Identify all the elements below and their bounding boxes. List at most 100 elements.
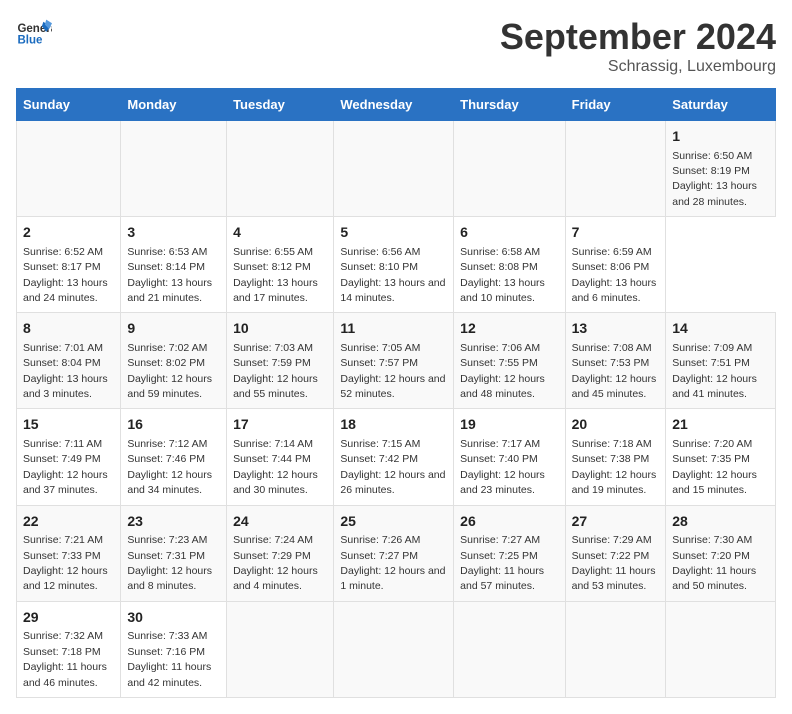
day-info: Sunrise: 6:50 AMSunset: 8:19 PMDaylight:… (672, 150, 757, 208)
day-info: Sunrise: 7:26 AMSunset: 7:27 PMDaylight:… (340, 534, 445, 592)
day-info: Sunrise: 7:01 AMSunset: 8:04 PMDaylight:… (23, 342, 108, 400)
logo-icon: General Blue (16, 16, 52, 52)
table-row: 6Sunrise: 6:58 AMSunset: 8:08 PMDaylight… (454, 217, 565, 313)
page-header: General Blue September 2024 Schrassig, L… (16, 16, 776, 76)
table-row (565, 121, 666, 217)
table-row: 5 Sunrise: 6:56 AMSunset: 8:10 PMDaylight… (334, 217, 454, 313)
day-info: Sunrise: 7:23 AMSunset: 7:31 PMDaylight:… (127, 534, 212, 592)
location-title: Schrassig, Luxembourg (500, 58, 776, 76)
table-row: 1 Sunrise: 6:50 AMSunset: 8:19 PMDaylight… (666, 121, 776, 217)
calendar-week-row: 22Sunrise: 7:21 AMSunset: 7:33 PMDayligh… (17, 505, 776, 601)
day-number: 26 (460, 512, 558, 532)
day-info: Sunrise: 7:11 AMSunset: 7:49 PMDaylight:… (23, 438, 108, 496)
table-row (454, 121, 565, 217)
day-number: 3 (127, 223, 220, 243)
day-number: 8 (23, 319, 114, 339)
table-row (565, 601, 666, 697)
table-row (454, 601, 565, 697)
day-number: 1 (672, 127, 769, 147)
day-number: 17 (233, 415, 327, 435)
day-info: Sunrise: 6:52 AMSunset: 8:17 PMDaylight:… (23, 246, 108, 304)
day-number: 18 (340, 415, 447, 435)
day-number: 30 (127, 608, 220, 628)
day-number: 27 (572, 512, 660, 532)
table-row: 29Sunrise: 7:32 AMSunset: 7:18 PMDayligh… (17, 601, 121, 697)
table-row: 23Sunrise: 7:23 AMSunset: 7:31 PMDayligh… (121, 505, 227, 601)
header-tuesday: Tuesday (227, 89, 334, 121)
table-row: 21 Sunrise: 7:20 AMSunset: 7:35 PMDayligh… (666, 409, 776, 505)
table-row (334, 601, 454, 697)
table-row: 22Sunrise: 7:21 AMSunset: 7:33 PMDayligh… (17, 505, 121, 601)
day-number: 9 (127, 319, 220, 339)
day-number: 6 (460, 223, 558, 243)
table-row: 8 Sunrise: 7:01 AMSunset: 8:04 PMDaylight… (17, 313, 121, 409)
day-info: Sunrise: 7:29 AMSunset: 7:22 PMDaylight:… (572, 534, 656, 592)
day-number: 14 (672, 319, 769, 339)
day-number: 4 (233, 223, 327, 243)
header-thursday: Thursday (454, 89, 565, 121)
table-row: 15 Sunrise: 7:11 AMSunset: 7:49 PMDayligh… (17, 409, 121, 505)
day-number: 5 (340, 223, 447, 243)
logo: General Blue (16, 16, 52, 52)
day-number: 28 (672, 512, 769, 532)
table-row: 7Sunrise: 6:59 AMSunset: 8:06 PMDaylight… (565, 217, 666, 313)
day-info: Sunrise: 6:55 AMSunset: 8:12 PMDaylight:… (233, 246, 318, 304)
header-friday: Friday (565, 89, 666, 121)
day-info: Sunrise: 6:53 AMSunset: 8:14 PMDaylight:… (127, 246, 212, 304)
day-number: 25 (340, 512, 447, 532)
table-row: 2 Sunrise: 6:52 AMSunset: 8:17 PMDaylight… (17, 217, 121, 313)
table-row: 18Sunrise: 7:15 AMSunset: 7:42 PMDayligh… (334, 409, 454, 505)
day-info: Sunrise: 7:02 AMSunset: 8:02 PMDaylight:… (127, 342, 212, 400)
table-row (227, 121, 334, 217)
day-number: 15 (23, 415, 114, 435)
day-number: 24 (233, 512, 327, 532)
day-info: Sunrise: 7:09 AMSunset: 7:51 PMDaylight:… (672, 342, 757, 400)
day-number: 7 (572, 223, 660, 243)
day-info: Sunrise: 7:20 AMSunset: 7:35 PMDaylight:… (672, 438, 757, 496)
day-info: Sunrise: 7:17 AMSunset: 7:40 PMDaylight:… (460, 438, 545, 496)
day-info: Sunrise: 7:12 AMSunset: 7:46 PMDaylight:… (127, 438, 212, 496)
day-number: 23 (127, 512, 220, 532)
calendar-header-row: Sunday Monday Tuesday Wednesday Thursday… (17, 89, 776, 121)
calendar-week-row: 15 Sunrise: 7:11 AMSunset: 7:49 PMDayligh… (17, 409, 776, 505)
table-row: 27Sunrise: 7:29 AMSunset: 7:22 PMDayligh… (565, 505, 666, 601)
day-number: 21 (672, 415, 769, 435)
table-row: 17 Sunrise: 7:14 AMSunset: 7:44 PMDayligh… (227, 409, 334, 505)
day-info: Sunrise: 7:24 AMSunset: 7:29 PMDaylight:… (233, 534, 318, 592)
table-row: 19Sunrise: 7:17 AMSunset: 7:40 PMDayligh… (454, 409, 565, 505)
table-row: 13 Sunrise: 7:08 AMSunset: 7:53 PMDayligh… (565, 313, 666, 409)
table-row: 28Sunrise: 7:30 AMSunset: 7:20 PMDayligh… (666, 505, 776, 601)
title-block: September 2024 Schrassig, Luxembourg (500, 16, 776, 76)
day-info: Sunrise: 7:32 AMSunset: 7:18 PMDaylight:… (23, 630, 107, 688)
table-row: 12Sunrise: 7:06 AMSunset: 7:55 PMDayligh… (454, 313, 565, 409)
day-info: Sunrise: 6:56 AMSunset: 8:10 PMDaylight:… (340, 246, 445, 304)
table-row: 24Sunrise: 7:24 AMSunset: 7:29 PMDayligh… (227, 505, 334, 601)
header-sunday: Sunday (17, 89, 121, 121)
day-number: 10 (233, 319, 327, 339)
svg-text:Blue: Blue (17, 34, 43, 46)
calendar-week-row: 8 Sunrise: 7:01 AMSunset: 8:04 PMDaylight… (17, 313, 776, 409)
table-row: 26Sunrise: 7:27 AMSunset: 7:25 PMDayligh… (454, 505, 565, 601)
table-row (227, 601, 334, 697)
calendar-table: Sunday Monday Tuesday Wednesday Thursday… (16, 88, 776, 698)
month-title: September 2024 (500, 16, 776, 58)
table-row: 9 Sunrise: 7:02 AMSunset: 8:02 PMDaylight… (121, 313, 227, 409)
day-number: 20 (572, 415, 660, 435)
day-number: 16 (127, 415, 220, 435)
header-monday: Monday (121, 89, 227, 121)
table-row: 14 Sunrise: 7:09 AMSunset: 7:51 PMDayligh… (666, 313, 776, 409)
day-info: Sunrise: 7:08 AMSunset: 7:53 PMDaylight:… (572, 342, 657, 400)
table-row (666, 601, 776, 697)
day-number: 13 (572, 319, 660, 339)
day-info: Sunrise: 7:05 AMSunset: 7:57 PMDaylight:… (340, 342, 445, 400)
day-info: Sunrise: 7:14 AMSunset: 7:44 PMDaylight:… (233, 438, 318, 496)
table-row (17, 121, 121, 217)
table-row: 3 Sunrise: 6:53 AMSunset: 8:14 PMDaylight… (121, 217, 227, 313)
calendar-week-row: 2 Sunrise: 6:52 AMSunset: 8:17 PMDaylight… (17, 217, 776, 313)
header-saturday: Saturday (666, 89, 776, 121)
day-info: Sunrise: 7:18 AMSunset: 7:38 PMDaylight:… (572, 438, 657, 496)
day-info: Sunrise: 7:21 AMSunset: 7:33 PMDaylight:… (23, 534, 108, 592)
day-number: 2 (23, 223, 114, 243)
table-row: 25Sunrise: 7:26 AMSunset: 7:27 PMDayligh… (334, 505, 454, 601)
table-row: 30Sunrise: 7:33 AMSunset: 7:16 PMDayligh… (121, 601, 227, 697)
